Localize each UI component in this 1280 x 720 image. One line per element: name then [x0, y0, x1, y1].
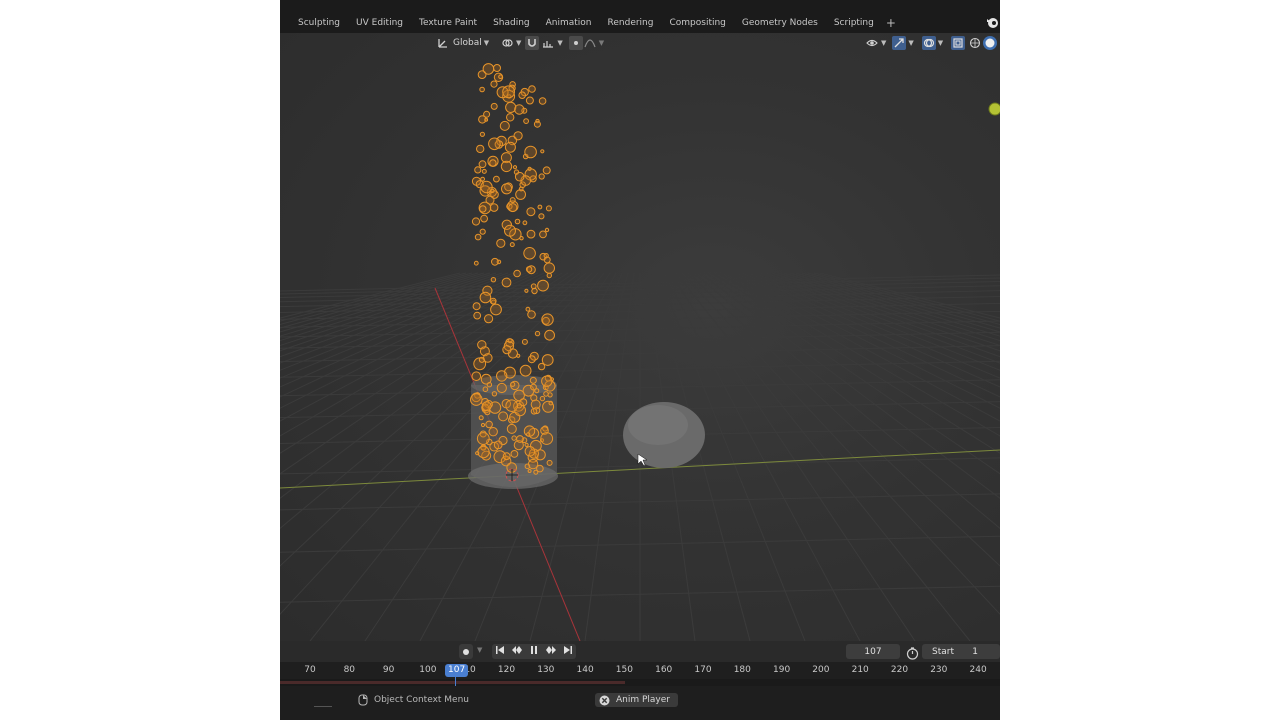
- frame-range-bar: [280, 679, 1000, 686]
- add-workspace-button[interactable]: +: [882, 14, 900, 33]
- frame-tick-label: 210: [851, 665, 869, 675]
- transport-buttons: [492, 644, 576, 659]
- timeline-editor: ▼ 107 Start 1 70 80 90 100 120 130 140 1…: [280, 641, 1000, 687]
- frame-tick-label: 160: [655, 665, 673, 675]
- jump-to-end-icon[interactable]: [563, 645, 573, 658]
- anim-player-label: Anim Player: [616, 695, 670, 705]
- frame-tick-label: 220: [890, 665, 909, 675]
- sphere-highlight: [628, 405, 688, 445]
- anim-player-hint: Anim Player: [595, 693, 678, 707]
- light-gizmo[interactable]: [988, 102, 1000, 116]
- chevron-down-icon[interactable]: ▼: [557, 39, 562, 47]
- frame-tick-label: 240: [969, 665, 987, 675]
- frame-tick-label: 180: [733, 665, 751, 675]
- auto-keying-button[interactable]: [459, 644, 473, 659]
- context-menu-label: Object Context Menu: [374, 695, 470, 705]
- current-frame-indicator[interactable]: 107: [445, 664, 469, 677]
- start-frame-field[interactable]: Start 1: [922, 644, 1000, 659]
- tab-animation[interactable]: Animation: [538, 14, 600, 33]
- wireframe-shading-icon[interactable]: [968, 36, 982, 50]
- snap-magnet-icon[interactable]: [525, 35, 540, 50]
- playback-controls: ▼ 107 Start 1: [280, 641, 1000, 662]
- gizmo-icon[interactable]: [892, 35, 907, 50]
- frame-tick-label: 140: [576, 665, 594, 675]
- jump-keyframe-forward-icon[interactable]: [545, 645, 557, 658]
- current-frame-field[interactable]: 107: [846, 644, 900, 659]
- frame-tick-label: 200: [812, 665, 830, 675]
- workspace-tab-bar: Sculpting UV Editing Texture Paint Shadi…: [280, 0, 1000, 33]
- 3d-viewport[interactable]: Global ▼ ▼ ▼ ▼ ▼ ▼ ▼: [280, 33, 1000, 641]
- overlays-icon[interactable]: [921, 35, 936, 50]
- tab-compositing[interactable]: Compositing: [661, 14, 733, 33]
- chevron-down-icon[interactable]: ▼: [599, 39, 604, 47]
- tab-sculpting[interactable]: Sculpting: [290, 14, 348, 33]
- status-bar: Object Context Menu Anim Player: [280, 686, 1000, 720]
- record-icon: [463, 648, 469, 655]
- start-frame-label: Start: [932, 646, 954, 657]
- tab-texture-paint[interactable]: Texture Paint: [411, 14, 485, 33]
- xray-toggle-icon[interactable]: [951, 35, 966, 50]
- frame-tick-label: 190: [773, 665, 791, 675]
- frame-tick-label: 150: [615, 665, 633, 675]
- frame-ruler[interactable]: 7080901001101201301401501601701801902002…: [280, 662, 1000, 679]
- scene-icon[interactable]: [984, 14, 1000, 33]
- tab-rendering[interactable]: Rendering: [600, 14, 662, 33]
- frame-tick-label: 230: [930, 665, 948, 675]
- transform-orientation-icon: [436, 36, 450, 50]
- cancel-icon: [599, 695, 610, 705]
- keying-chevron-icon[interactable]: ▼: [477, 646, 482, 654]
- frame-tick-label: 170: [694, 665, 712, 675]
- frame-tick-label: 90: [382, 665, 395, 675]
- mouse-right-icon: [358, 694, 368, 706]
- jump-keyframe-back-icon[interactable]: [511, 645, 523, 658]
- tab-scripting[interactable]: Scripting: [826, 14, 882, 33]
- tab-geometry-nodes[interactable]: Geometry Nodes: [734, 14, 826, 33]
- blender-window: Sculpting UV Editing Texture Paint Shadi…: [280, 0, 1000, 720]
- pivot-snap-group: ▼ ▼ ▼: [500, 34, 604, 51]
- status-divider: [314, 706, 332, 707]
- viewport-right-controls: ▼ ▼ ▼: [865, 34, 998, 51]
- workspace-tabs: Sculpting UV Editing Texture Paint Shadi…: [280, 14, 900, 33]
- visibility-eye-icon[interactable]: [865, 36, 879, 50]
- context-menu-hint: Object Context Menu: [358, 693, 469, 707]
- snap-increment-icon[interactable]: [541, 36, 555, 50]
- frame-tick-label: 80: [343, 665, 356, 675]
- tab-layout-partial[interactable]: [280, 14, 290, 33]
- frame-tick-label: 100: [419, 665, 437, 675]
- chevron-down-icon[interactable]: ▼: [484, 39, 489, 47]
- tab-shading[interactable]: Shading: [485, 14, 538, 33]
- viewport-header: Global ▼ ▼ ▼ ▼ ▼ ▼ ▼: [280, 33, 1000, 53]
- falloff-curve-icon[interactable]: [583, 36, 597, 50]
- transform-orientation-group: Global ▼: [436, 34, 489, 51]
- chevron-down-icon[interactable]: ▼: [908, 39, 913, 47]
- scene-canvas[interactable]: [280, 33, 1000, 641]
- solid-shading-icon[interactable]: [983, 35, 998, 50]
- frame-tick-label: 70: [304, 665, 316, 675]
- proportional-edit-icon[interactable]: [568, 35, 583, 50]
- tab-uv-editing[interactable]: UV Editing: [348, 14, 411, 33]
- pivot-point-icon[interactable]: [500, 36, 514, 50]
- frame-tick-label: 120: [497, 665, 516, 675]
- chevron-down-icon[interactable]: ▼: [881, 39, 886, 47]
- start-frame-value: 1: [972, 646, 978, 657]
- transform-orientation-dropdown[interactable]: Global: [453, 38, 482, 48]
- jump-to-start-icon[interactable]: [495, 645, 505, 658]
- pause-icon[interactable]: [529, 645, 539, 658]
- chevron-down-icon[interactable]: ▼: [516, 39, 521, 47]
- frame-tick-label: 130: [537, 665, 555, 675]
- chevron-down-icon[interactable]: ▼: [938, 39, 943, 47]
